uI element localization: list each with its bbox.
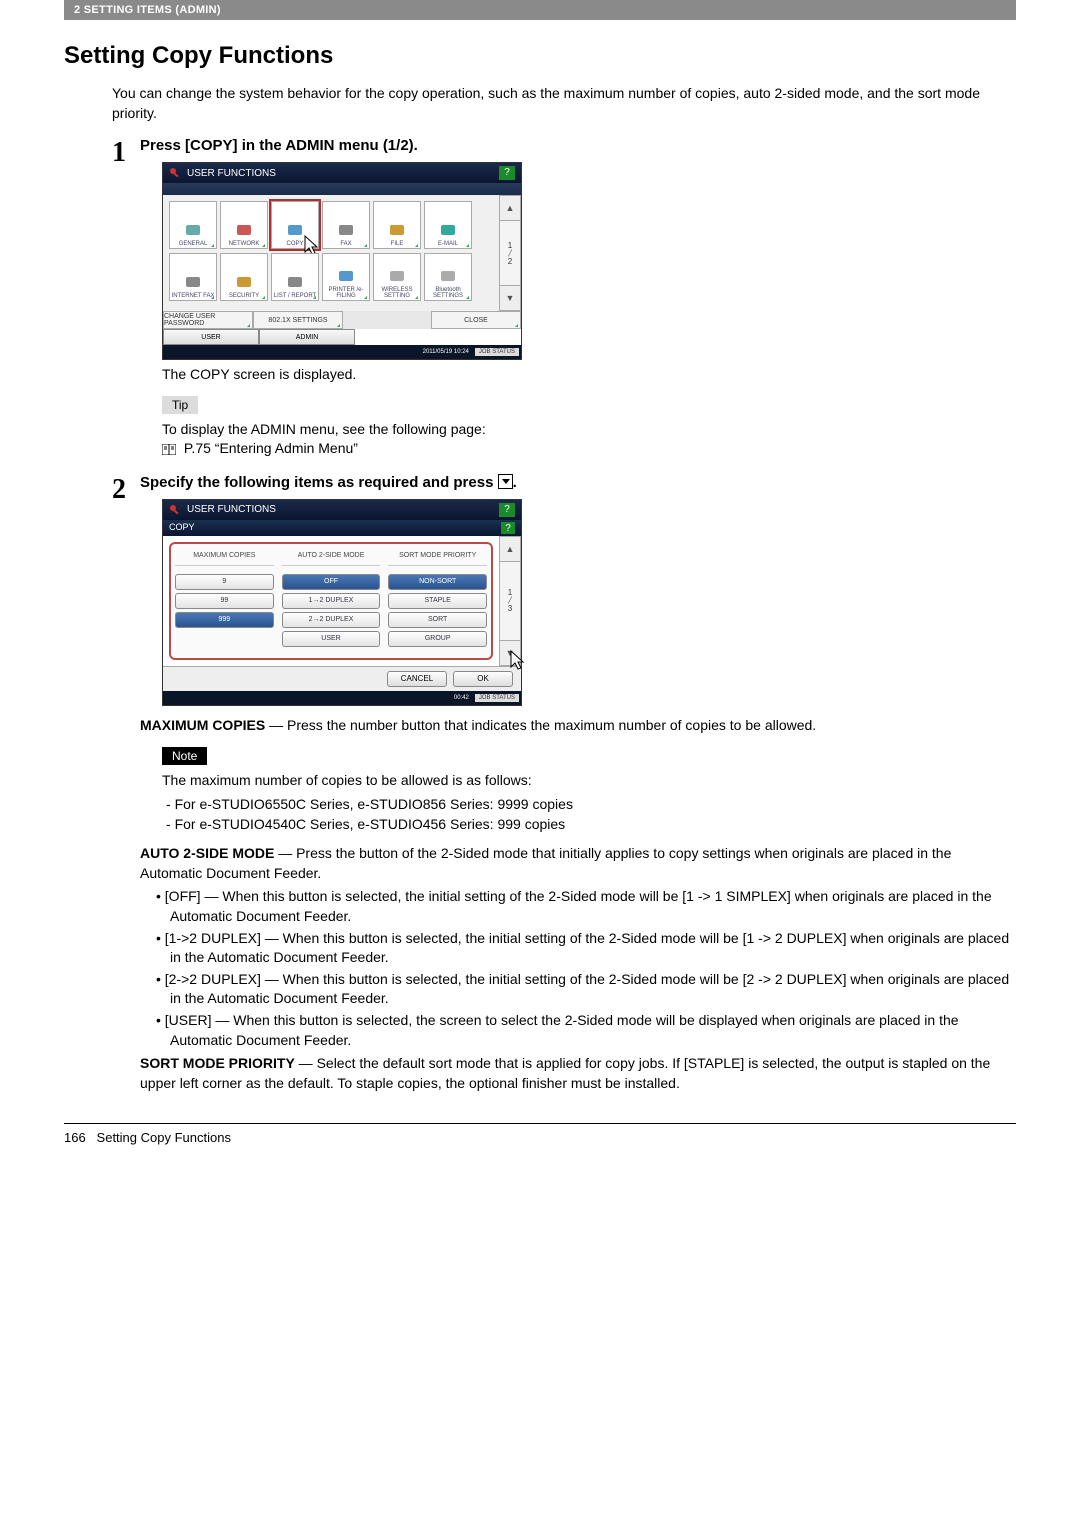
button-change-user-password[interactable]: CHANGE USER PASSWORD xyxy=(163,311,253,329)
note-body: The maximum number of copies to be allow… xyxy=(162,771,1016,834)
option-non-sort[interactable]: NON-SORT xyxy=(388,574,487,590)
column-auto-2-side-mode: AUTO 2-SIDE MODEOFF1→2 DUPLEX2→2 DUPLEXU… xyxy=(282,552,381,650)
list-item: For e-STUDIO6550C Series, e-STUDIO856 Se… xyxy=(180,795,1016,815)
admin-tile-file[interactable]: FILE xyxy=(373,201,421,249)
help-icon[interactable]: ? xyxy=(501,522,515,534)
scroll-down-icon[interactable]: ▼ xyxy=(499,640,521,666)
option-maximum-copies: MAXIMUM COPIES — Press the number button… xyxy=(140,716,1016,736)
admin-tile-general[interactable]: GENERAL xyxy=(169,201,217,249)
option-user[interactable]: USER xyxy=(282,631,381,647)
list-item: For e-STUDIO4540C Series, e-STUDIO456 Se… xyxy=(180,815,1016,835)
option-auto-2-side: AUTO 2-SIDE MODE — Press the button of t… xyxy=(140,844,1016,1050)
tip-text: To display the ADMIN menu, see the follo… xyxy=(162,420,1016,440)
step-1-caption: The COPY screen is displayed. xyxy=(162,366,1016,382)
job-status-button[interactable]: JOB STATUS xyxy=(475,348,519,356)
tab-user[interactable]: USER xyxy=(163,329,259,345)
option-staple[interactable]: STAPLE xyxy=(388,593,487,609)
step-number: 1 xyxy=(112,139,140,456)
admin-tile-printer-e-filing[interactable]: PRINTER /e-FILING xyxy=(322,253,370,301)
screenshot-2: USER FUNCTIONS ? COPY? MAXIMUM COPIES999… xyxy=(162,499,1016,706)
cursor-icon xyxy=(508,649,528,673)
admin-tile-fax[interactable]: FAX xyxy=(322,201,370,249)
option-999[interactable]: 999 xyxy=(175,612,274,628)
admin-tile-wireless-setting[interactable]: WIRELESS SETTING xyxy=(373,253,421,301)
tip-label: Tip xyxy=(162,396,198,414)
section-header: 2 SETTING ITEMS (ADMIN) xyxy=(64,0,1016,20)
admin-tile-e-mail[interactable]: E-MAIL xyxy=(424,201,472,249)
button-802-1x-settings[interactable]: 802.1X SETTINGS xyxy=(253,311,343,329)
admin-tile-network[interactable]: NETWORK xyxy=(220,201,268,249)
admin-tile-copy[interactable]: COPY xyxy=(271,201,319,249)
admin-tile-security[interactable]: SECURITY xyxy=(220,253,268,301)
breadcrumb: COPY xyxy=(169,522,195,534)
down-arrow-icon xyxy=(498,474,513,489)
page-indicator: 1╱3 xyxy=(499,562,521,640)
list-item: [OFF] — When this button is selected, th… xyxy=(170,887,1016,926)
job-status-button[interactable]: JOB STATUS xyxy=(475,694,519,702)
page-footer: 166 Setting Copy Functions xyxy=(64,1130,1016,1145)
page-indicator: 1╱2 xyxy=(499,221,521,285)
option-1-2-duplex[interactable]: 1→2 DUPLEX xyxy=(282,593,381,609)
page-title: Setting Copy Functions xyxy=(64,42,1016,70)
footer-rule xyxy=(64,1123,1016,1124)
screenshot-title: USER FUNCTIONS xyxy=(187,504,276,515)
column-sort-mode-priority: SORT MODE PRIORITYNON-SORTSTAPLESORTGROU… xyxy=(388,552,487,650)
timestamp: 2011/05/19 10:24 xyxy=(423,349,469,355)
admin-tile-list-report[interactable]: LIST / REPORT xyxy=(271,253,319,301)
step-1: 1 Press [COPY] in the ADMIN menu (1/2). … xyxy=(112,137,1016,456)
tab-admin[interactable]: ADMIN xyxy=(259,329,355,345)
step-number: 2 xyxy=(112,476,140,1094)
step-2-title: Specify the following items as required … xyxy=(140,474,1016,491)
book-icon xyxy=(162,444,176,455)
option-9[interactable]: 9 xyxy=(175,574,274,590)
scroll-down-icon[interactable]: ▼ xyxy=(499,285,521,311)
list-item: [2->2 DUPLEX] — When this button is sele… xyxy=(170,970,1016,1009)
admin-tile-internet-fax[interactable]: INTERNET FAX xyxy=(169,253,217,301)
screenshot-title: USER FUNCTIONS xyxy=(187,168,276,179)
wrench-icon xyxy=(169,504,181,516)
option-sort[interactable]: SORT xyxy=(388,612,487,628)
timestamp: 00:42 xyxy=(454,695,469,701)
help-icon[interactable]: ? xyxy=(499,166,515,180)
option-2-2-duplex[interactable]: 2→2 DUPLEX xyxy=(282,612,381,628)
option-group[interactable]: GROUP xyxy=(388,631,487,647)
step-2: 2 Specify the following items as require… xyxy=(112,474,1016,1094)
intro-text: You can change the system behavior for t… xyxy=(112,84,1016,123)
option-off[interactable]: OFF xyxy=(282,574,381,590)
scroll-up-icon[interactable]: ▲ xyxy=(499,195,521,221)
screenshot-1: USER FUNCTIONS ? GENERALNETWORKCOPYFAXFI… xyxy=(162,162,1016,360)
note-label: Note xyxy=(162,747,207,765)
ok-button[interactable]: OK xyxy=(453,671,513,687)
step-1-title: Press [COPY] in the ADMIN menu (1/2). xyxy=(140,137,1016,154)
list-item: [1->2 DUPLEX] — When this button is sele… xyxy=(170,929,1016,968)
button-empty xyxy=(343,311,431,329)
option-sort-mode: SORT MODE PRIORITY — Select the default … xyxy=(140,1054,1016,1093)
reference-link: P.75 “Entering Admin Menu” xyxy=(162,440,1016,456)
admin-tile-bluetooth-settings[interactable]: Bluetooth SETTINGS xyxy=(424,253,472,301)
list-item: [USER] — When this button is selected, t… xyxy=(170,1011,1016,1050)
column-maximum-copies: MAXIMUM COPIES999999 xyxy=(175,552,274,631)
wrench-icon xyxy=(169,167,181,179)
option-99[interactable]: 99 xyxy=(175,593,274,609)
scroll-up-icon[interactable]: ▲ xyxy=(499,536,521,562)
cancel-button[interactable]: CANCEL xyxy=(387,671,447,687)
button-close[interactable]: CLOSE xyxy=(431,311,521,329)
help-icon[interactable]: ? xyxy=(499,503,515,517)
